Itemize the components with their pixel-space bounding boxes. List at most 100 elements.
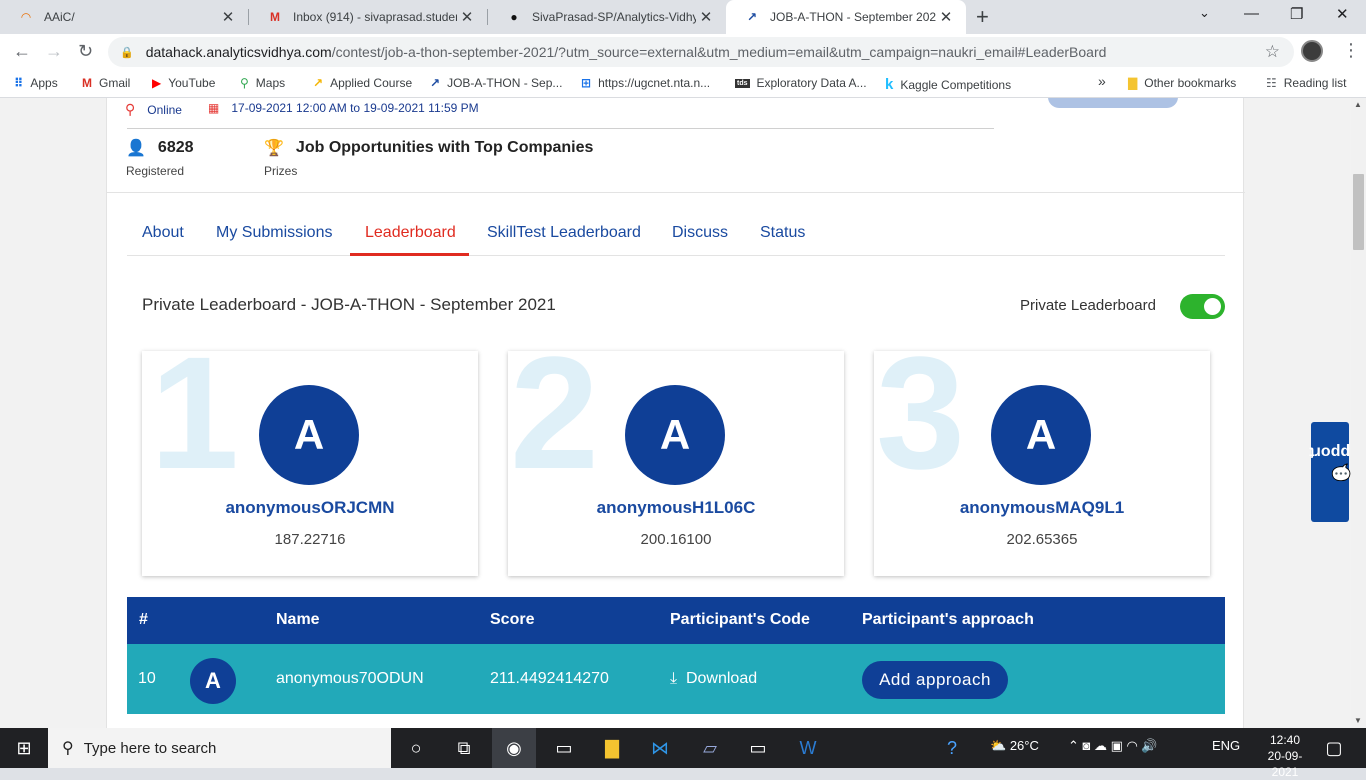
- bookmark-label: Exploratory Data A...: [756, 76, 867, 90]
- address-bar[interactable]: 🔒 datahack.analyticsvidhya.com/contest/j…: [108, 37, 1294, 67]
- private-leaderboard-toggle[interactable]: [1180, 294, 1225, 319]
- system-tray-icons[interactable]: ⌃ ◙ ☁ ▣ ◠ 🔊: [1068, 738, 1158, 754]
- bookmark-ugcnet[interactable]: ⊞ https://ugcnet.nta.n...: [581, 76, 710, 90]
- close-icon[interactable]: ✕: [936, 8, 956, 26]
- participant-name[interactable]: anonymousMAQ9L1: [874, 498, 1210, 518]
- tab-about[interactable]: About: [142, 224, 184, 242]
- applied-course-icon: ↗: [313, 76, 324, 90]
- forward-icon[interactable]: →: [45, 41, 63, 62]
- row-name: anonymous70ODUN: [276, 670, 424, 687]
- tab-discuss[interactable]: Discuss: [672, 224, 728, 242]
- tab-skilltest-leaderboard[interactable]: SkillTest Leaderboard: [487, 224, 641, 242]
- avatar: A: [625, 385, 725, 485]
- rank-number: 1: [150, 323, 239, 502]
- tab-status[interactable]: Status: [760, 224, 805, 242]
- reading-list[interactable]: ☷ Reading list: [1266, 76, 1346, 90]
- apps-grid-icon: ⠿: [14, 76, 24, 90]
- participant-name[interactable]: anonymousH1L06C: [508, 498, 844, 518]
- minimize-icon[interactable]: —: [1244, 5, 1259, 22]
- contest-mode: ⚲ Online: [125, 101, 182, 118]
- bookmark-youtube[interactable]: ▶ YouTube: [152, 76, 215, 90]
- row-rank: 10: [138, 670, 156, 687]
- col-name: Name: [276, 611, 320, 628]
- scroll-up-icon[interactable]: ▲: [1354, 100, 1362, 109]
- page-scrollbar[interactable]: ▲ ▼: [1351, 98, 1366, 728]
- word-icon[interactable]: W: [794, 734, 822, 762]
- prizes-value: Job Opportunities with Top Companies: [295, 139, 594, 156]
- bookmark-label: JOB-A-THON - Sep...: [447, 76, 563, 90]
- bookmark-label: YouTube: [168, 76, 216, 90]
- browser-toolbar: ← → ↻ 🔒 datahack.analyticsvidhya.com/con…: [0, 34, 1366, 70]
- taskbar-clock[interactable]: 12:40 20-09-2021: [1255, 732, 1315, 780]
- url-domain: datahack.analyticsvidhya.com: [145, 44, 332, 60]
- close-icon[interactable]: ✕: [457, 8, 477, 26]
- add-approach-button[interactable]: Add approach: [862, 661, 1008, 699]
- close-icon[interactable]: ✕: [696, 8, 716, 26]
- back-icon[interactable]: ←: [13, 41, 31, 62]
- bookmark-applied-course[interactable]: ↗ Applied Course: [313, 76, 412, 90]
- clock-time: 12:40: [1269, 733, 1301, 747]
- browser-tab-gmail[interactable]: M Inbox (914) - sivaprasad.student( ✕: [249, 0, 487, 34]
- gmail-icon: M: [82, 76, 92, 90]
- participant-score: 202.65365: [1006, 531, 1078, 548]
- download-label: Download: [685, 670, 758, 687]
- reload-icon[interactable]: ↻: [78, 41, 93, 62]
- weather-widget[interactable]: ⛅ 26°C: [990, 738, 1039, 754]
- tab-my-submissions[interactable]: My Submissions: [216, 224, 332, 242]
- tab-search-icon[interactable]: ⌄: [1199, 5, 1210, 21]
- vscode-icon[interactable]: ⋈: [646, 734, 674, 762]
- header-action-button[interactable]: [1048, 98, 1178, 108]
- task-view-icon[interactable]: ⧉: [450, 734, 478, 762]
- leaderboard-title: Private Leaderboard - JOB-A-THON - Septe…: [142, 295, 556, 314]
- maximize-icon[interactable]: ❐: [1290, 5, 1303, 23]
- rank-number: 2: [510, 323, 599, 502]
- prizes-stat: 🏆 Job Opportunities with Top Companies Pr…: [264, 138, 593, 178]
- chrome-taskbar-icon[interactable]: ◉: [492, 728, 536, 768]
- taskbar-search[interactable]: ⚲ Type here to search: [48, 728, 391, 768]
- contest-dates: ▦ 17-09-2021 12:00 AM to 19-09-2021 11:5…: [208, 101, 479, 115]
- new-tab-icon[interactable]: +: [976, 4, 989, 30]
- bookmark-gmail[interactable]: M Gmail: [82, 76, 130, 90]
- bookmark-other[interactable]: ▇ Other bookmarks: [1128, 76, 1236, 90]
- support-button[interactable]: Support 💬: [1309, 422, 1366, 522]
- analytics-vidhya-icon: ↗: [430, 76, 441, 90]
- command-prompt-icon[interactable]: ▭: [744, 734, 772, 762]
- close-icon[interactable]: ✕: [218, 8, 238, 26]
- more-bookmarks-chevron[interactable]: »: [1098, 73, 1106, 89]
- toggle-label: Private Leaderboard: [1020, 297, 1156, 314]
- participant-name[interactable]: anonymousORJCMN: [142, 498, 478, 518]
- terminal-icon[interactable]: ▭: [550, 734, 578, 762]
- profile-avatar[interactable]: [1301, 40, 1323, 62]
- menu-kebab-icon[interactable]: ⋮: [1342, 40, 1360, 61]
- browser-tab-jobathon[interactable]: ↗ JOB-A-THON - September 2021 ✕: [726, 0, 966, 34]
- aaic-icon: ◠: [21, 10, 31, 24]
- folder-icon: ▇: [1128, 76, 1138, 90]
- windows-start-icon[interactable]: ⊞: [10, 734, 38, 762]
- bookmark-eda[interactable]: tds Exploratory Data A...: [735, 76, 867, 90]
- notepad-icon[interactable]: ▱: [696, 734, 724, 762]
- bookmark-star-icon[interactable]: ☆: [1265, 42, 1280, 62]
- download-link[interactable]: ⤓ Download: [670, 670, 757, 688]
- scroll-down-icon[interactable]: ▼: [1354, 716, 1362, 725]
- reading-list-icon: ☷: [1266, 76, 1277, 90]
- url-path: /contest/job-a-thon-september-2021/?utm_…: [331, 44, 1107, 60]
- help-icon[interactable]: ?: [938, 734, 966, 762]
- scrollbar-thumb[interactable]: [1353, 174, 1364, 250]
- active-tab-underline: [350, 253, 469, 256]
- browser-tab-github[interactable]: ● SivaPrasad-SP/Analytics-Vidhya-J ✕: [488, 0, 726, 34]
- chat-bubble-icon: 💬: [1331, 463, 1351, 481]
- window-close-icon[interactable]: ✕: [1336, 5, 1349, 23]
- file-explorer-icon[interactable]: ▇: [598, 734, 626, 762]
- clock-date: 20-09-2021: [1267, 749, 1303, 779]
- language-indicator[interactable]: ENG: [1212, 738, 1240, 753]
- participant-score: 200.16100: [640, 531, 712, 548]
- notifications-icon[interactable]: ▢: [1320, 734, 1348, 762]
- browser-tab-aaic[interactable]: ◠ AAiC/ ✕: [0, 0, 248, 34]
- bookmark-kaggle[interactable]: k Kaggle Competitions: [885, 76, 1011, 93]
- calendar-icon: ▦: [208, 101, 220, 115]
- bookmark-apps[interactable]: ⠿ Apps: [14, 76, 58, 90]
- bookmark-maps[interactable]: ⚲ Maps: [240, 76, 285, 90]
- tab-leaderboard[interactable]: Leaderboard: [365, 224, 456, 242]
- bookmark-jobathon[interactable]: ↗ JOB-A-THON - Sep...: [430, 76, 562, 90]
- cortana-icon[interactable]: ○: [402, 734, 430, 762]
